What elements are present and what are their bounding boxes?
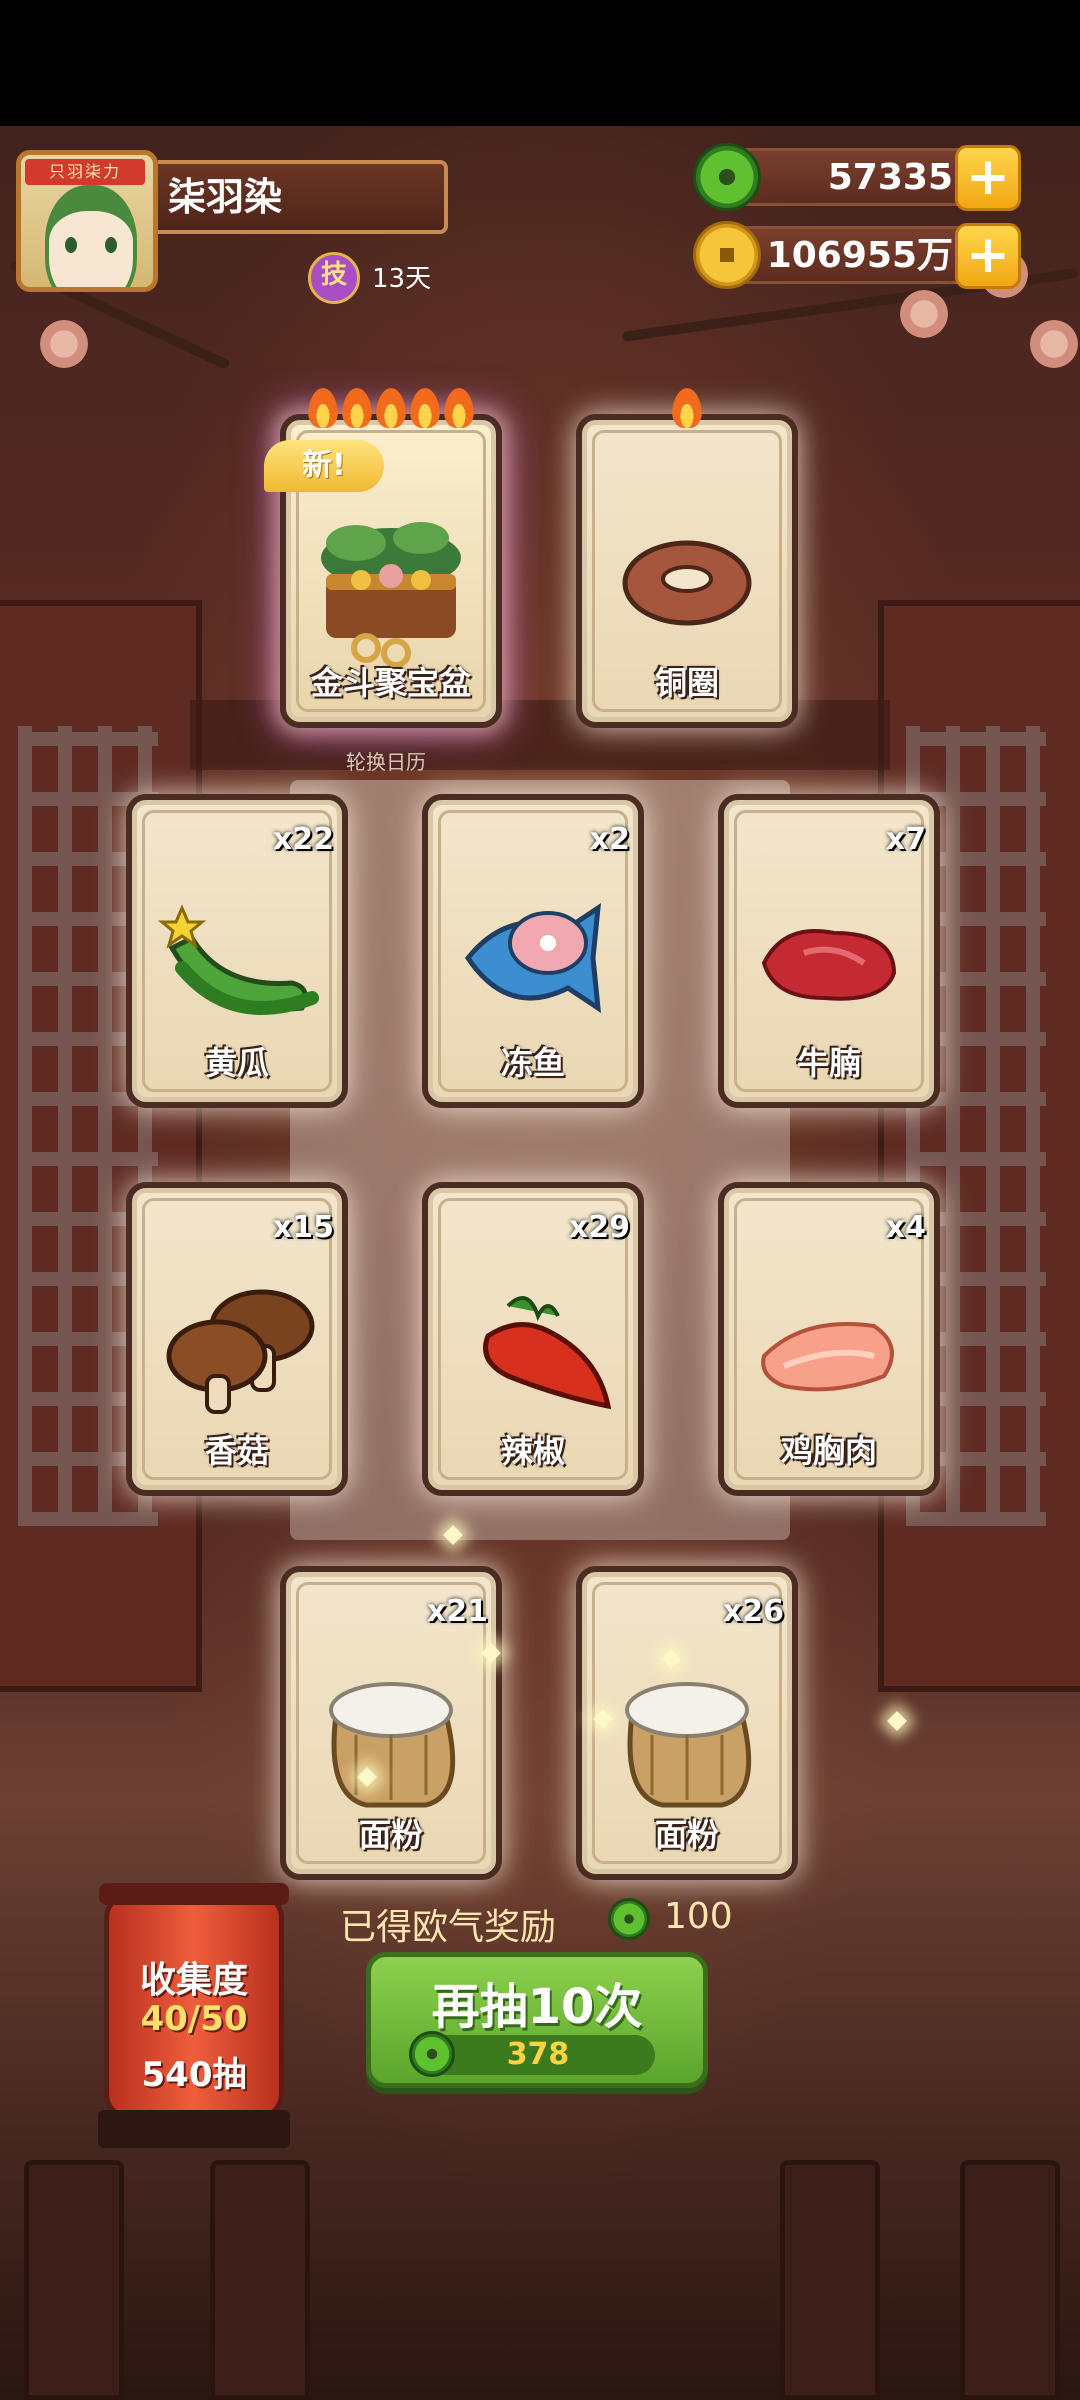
card-count: x4 (885, 1210, 926, 1245)
flour-sack-icon (329, 1682, 456, 1808)
featured-card[interactable]: 铜圈 (576, 388, 798, 728)
card-name: 牛腩 (796, 1044, 861, 1082)
flame-icon (410, 388, 440, 428)
chicken-breast-icon (761, 1322, 894, 1392)
add-jade-button[interactable]: + (955, 145, 1021, 211)
flame-icon (342, 388, 372, 428)
flame-icon (444, 388, 474, 428)
coin-icon (693, 221, 761, 289)
skill-icon[interactable]: 技 (308, 252, 360, 304)
coin-currency: 106955万 + (693, 221, 1021, 289)
card-count: x7 (885, 822, 926, 857)
shiitake-icon (166, 1289, 315, 1415)
card-count: x21 (426, 1594, 488, 1629)
card-name: 黄瓜 (204, 1044, 269, 1082)
ingredient-card[interactable]: x15 香菇 (126, 1182, 348, 1496)
blossom-decor (900, 290, 948, 338)
status-bar (0, 0, 1080, 126)
fence-post-decor (24, 2160, 124, 2400)
card-count: x2 (589, 822, 630, 857)
copper-ring-icon (622, 540, 752, 626)
card-count: x26 (722, 1594, 784, 1629)
fence-post-decor (210, 2160, 310, 2400)
card-name: 冻鱼 (500, 1044, 565, 1082)
flame-icon (672, 388, 702, 428)
rarity-flames (582, 388, 792, 432)
card-name: 面粉 (654, 1816, 719, 1854)
draw-again-label: 再抽10次 (431, 1979, 643, 2035)
frozen-fish-icon (464, 903, 602, 1014)
card-count: x22 (272, 822, 334, 857)
card-name: 辣椒 (500, 1432, 565, 1470)
player-name: 柒羽染 (158, 160, 448, 234)
rarity-flames (286, 388, 496, 432)
fence-post-decor (960, 2160, 1060, 2400)
draw-cost: 378 (409, 2031, 655, 2077)
card-name: 鸡胸肉 (780, 1432, 877, 1470)
draw-again-button[interactable]: 再抽10次 378 (366, 1952, 708, 2088)
card-count: x15 (272, 1210, 334, 1245)
blossom-decor (1030, 320, 1078, 368)
collection-progress: 40/50 (140, 1999, 248, 2039)
jade-currency: 57335 + (693, 143, 1021, 211)
cucumber-icon (157, 904, 319, 1016)
flame-icon (308, 388, 338, 428)
add-coins-button[interactable]: + (955, 223, 1021, 289)
ingredient-card[interactable]: x4 鸡胸肉 (718, 1182, 940, 1496)
featured-card[interactable]: 新! 金斗聚宝盆 (264, 388, 502, 728)
new-badge: 新! (264, 440, 384, 492)
ingredient-card[interactable]: x29 辣椒 (422, 1182, 644, 1496)
card-name: 香菇 (204, 1432, 269, 1470)
flame-icon (376, 388, 406, 428)
skill-days: 13天 (372, 264, 432, 294)
gacha-result-screen: 只羽柒力 柒羽染 技 13天 57335 + 106955万 + 新! 金斗聚宝… (0, 0, 1080, 2400)
collection-draws: 540抽 (141, 2055, 247, 2095)
draw-cost-value: 378 (506, 2037, 570, 2072)
card-name: 铜圈 (654, 664, 719, 702)
beef-brisket-icon (761, 929, 897, 1001)
flour-sack-icon (625, 1682, 752, 1808)
ingredient-card[interactable]: x21 面粉 (280, 1566, 502, 1880)
avatar-badge: 只羽柒力 (25, 159, 145, 185)
ingredient-card[interactable]: x22 黄瓜 (126, 794, 348, 1108)
window-right-decor (878, 600, 1080, 1692)
sparkle-decor (887, 1711, 907, 1731)
jade-icon (608, 1898, 650, 1940)
rotation-calendar-label: 轮换日历 (346, 750, 426, 774)
blossom-decor (40, 320, 88, 368)
card-count: x29 (568, 1210, 630, 1245)
jade-amount: 57335 (827, 157, 953, 198)
collection-title: 收集度 (139, 1960, 248, 2001)
ingredient-card[interactable]: x26 面粉 (576, 1566, 798, 1880)
chili-icon (483, 1296, 612, 1410)
collection-lantern[interactable]: 收集度 40/50 540抽 (99, 1883, 289, 2120)
lantern-stand (98, 2110, 290, 2148)
ingredient-card[interactable]: x7 牛腩 (718, 794, 940, 1108)
window-left-decor (0, 600, 202, 1692)
coin-amount: 106955万 (766, 235, 953, 276)
card-name: 金斗聚宝盆 (310, 664, 471, 702)
reward-label: 已得欧气奖励 (340, 1907, 557, 1948)
ingredient-card[interactable]: x2 冻鱼 (422, 794, 644, 1108)
reward-value: 100 (664, 1896, 733, 1937)
fence-post-decor (780, 2160, 880, 2400)
avatar-face (45, 185, 137, 287)
card-name: 面粉 (358, 1816, 423, 1854)
treasure-bowl-icon (321, 522, 461, 669)
player-avatar[interactable]: 只羽柒力 (16, 150, 158, 292)
jade-icon (693, 143, 761, 211)
